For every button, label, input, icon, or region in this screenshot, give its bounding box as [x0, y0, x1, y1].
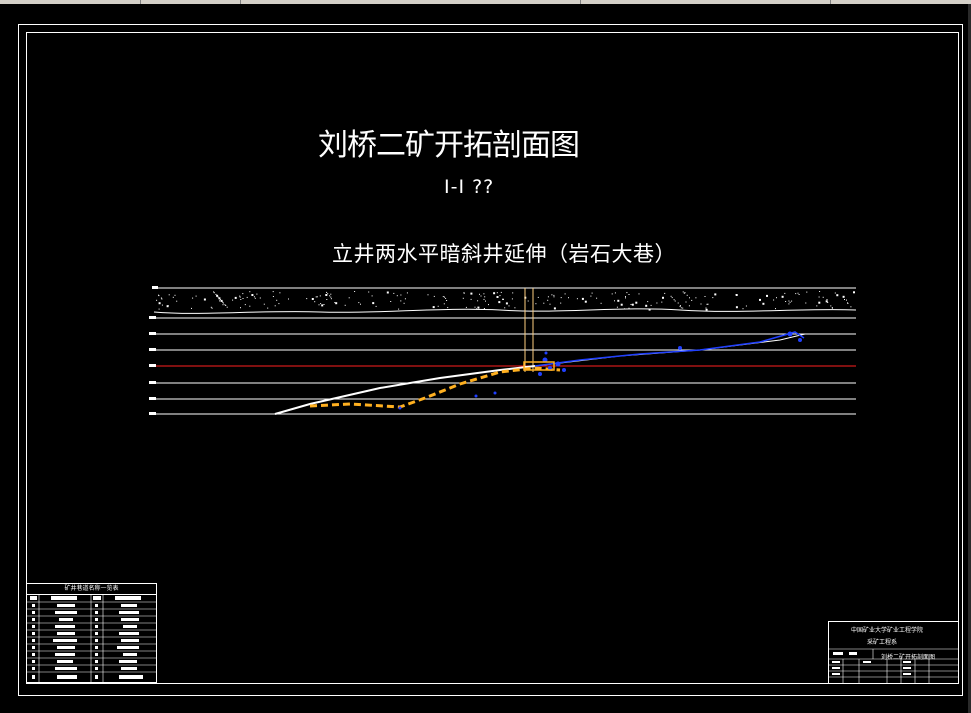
roadway-nodes: [398, 331, 802, 410]
section-label: Ⅰ-Ⅰ ??: [444, 176, 495, 198]
legend-table-grid: [27, 595, 156, 683]
scheme-heading: 立井两水平暗斜井延伸（岩石大巷）: [332, 242, 676, 266]
legend-table-title: 矿井巷道名称一览表: [27, 584, 156, 595]
drawing-title: 刘桥二矿开拓剖面图: [318, 128, 580, 163]
window-top-strip: [0, 0, 971, 4]
title-block-grid: [829, 648, 958, 683]
inclined-roadway: [309, 366, 561, 409]
roadway-legend-table: 矿井巷道名称一览表: [26, 583, 157, 683]
title-block: 中国矿业大学矿业工程学院 采矿工程系 刘桥二矿开拓剖面图: [828, 621, 959, 684]
surface-soil-layer: [153, 287, 857, 314]
main-roadway: [534, 331, 805, 367]
section-diagram: [149, 286, 857, 415]
